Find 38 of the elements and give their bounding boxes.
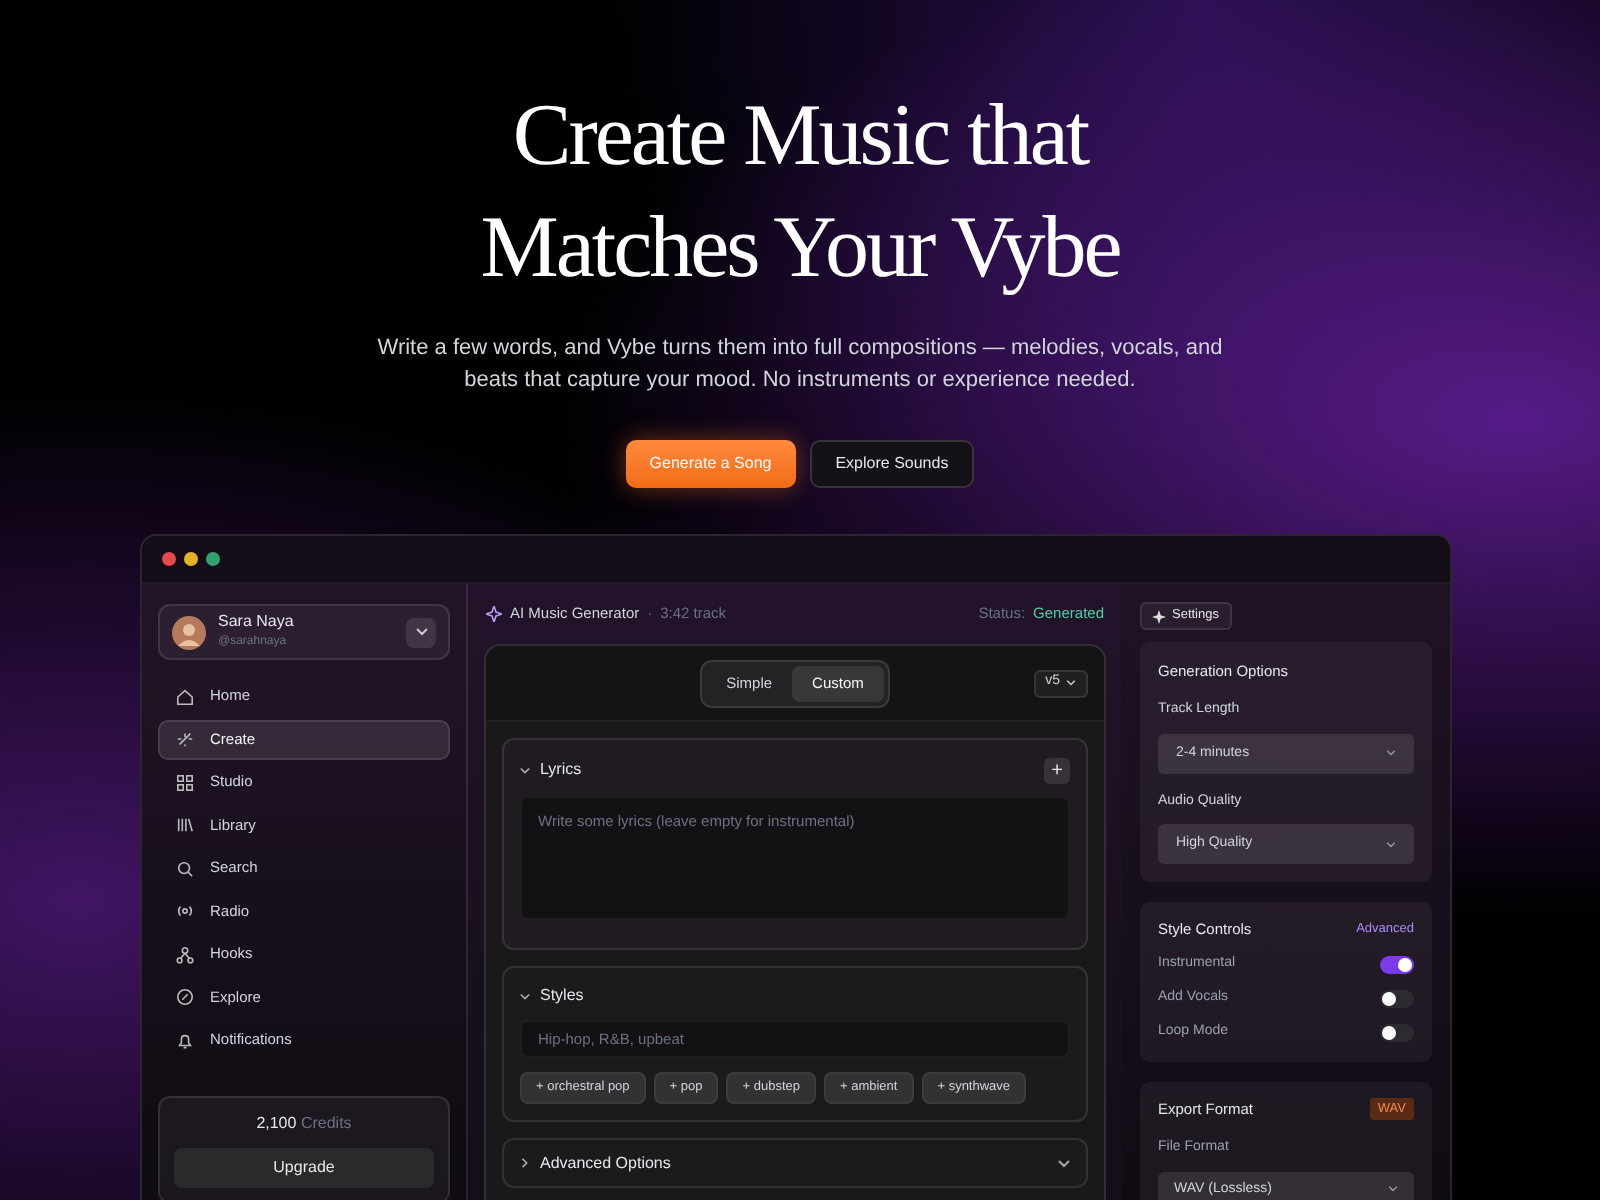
explore-button[interactable]: Explore Sounds xyxy=(809,440,975,488)
add-button[interactable]: + xyxy=(1044,757,1070,783)
advanced-options-row[interactable]: Advanced Options xyxy=(502,1138,1088,1188)
chevron-down-icon[interactable] xyxy=(520,991,530,1001)
avatar-icon xyxy=(172,615,206,649)
credits-amount: 2,100 xyxy=(256,1114,297,1132)
minimize-dot-icon[interactable] xyxy=(184,552,198,566)
user-name: Sara Naya xyxy=(218,612,296,632)
home-icon xyxy=(176,687,194,705)
chevron-down-icon xyxy=(1058,1159,1070,1167)
toggle-switch[interactable] xyxy=(1380,990,1414,1008)
maximize-dot-icon[interactable] xyxy=(206,552,220,566)
radio-icon xyxy=(176,902,194,920)
credits-label: Credits xyxy=(300,1114,352,1132)
chevron-down-icon xyxy=(1386,841,1396,848)
chevron-down-icon[interactable] xyxy=(520,765,530,775)
toggle-switch[interactable] xyxy=(1380,1024,1414,1042)
sparkle-icon xyxy=(486,606,502,622)
section-title: Lyrics xyxy=(540,758,582,782)
toggle-switch[interactable] xyxy=(1380,956,1414,974)
chevron-down-icon xyxy=(415,628,427,636)
nodes-icon xyxy=(176,945,194,963)
chevron-down-icon xyxy=(1066,680,1076,686)
chevron-right-icon[interactable] xyxy=(520,1158,530,1168)
sparkle-icon xyxy=(1152,609,1166,623)
chevron-down-icon xyxy=(1388,1186,1398,1193)
hero-title: Create Music that Matches Your Vybe xyxy=(480,84,1120,300)
search-icon xyxy=(176,859,194,877)
hero-description: Write a few words, and Vybe turns them into full compositions — melodies, vocals, and beats that capture your mood. No instruments or experience needed. xyxy=(375,334,1225,396)
grid-icon xyxy=(176,773,194,791)
bell-icon xyxy=(176,1031,194,1049)
close-dot-icon[interactable] xyxy=(162,552,176,566)
account-dropdown-button[interactable] xyxy=(406,617,436,647)
upgrade-button[interactable]: Upgrade xyxy=(174,1148,434,1188)
compass-icon xyxy=(176,988,194,1006)
library-icon xyxy=(176,816,194,834)
section-title: Styles xyxy=(540,984,584,1008)
chevron-down-icon xyxy=(1386,750,1396,757)
